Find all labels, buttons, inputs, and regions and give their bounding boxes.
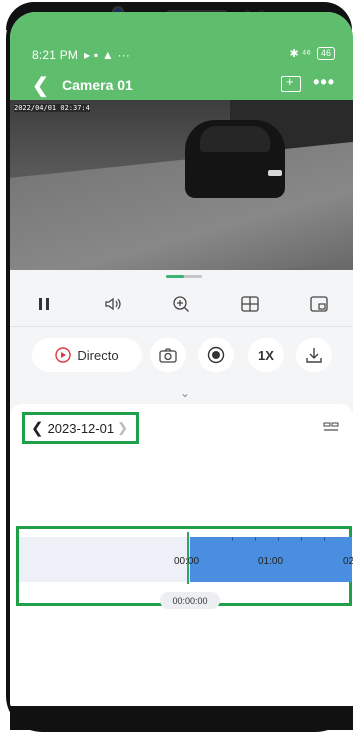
video-car-window <box>200 126 270 152</box>
video-feed[interactable]: 2022/04/01 02:37:4 <box>10 100 353 270</box>
action-row: Directo 1X <box>10 336 353 376</box>
divider <box>10 326 353 327</box>
camera-icon <box>159 348 177 363</box>
title-bar: ❮ Camera 01 ••• <box>10 72 353 100</box>
status-notification-icons: ▸ ▪ ▲ ··· <box>84 48 131 62</box>
speed-label: 1X <box>258 347 274 363</box>
audio-button[interactable] <box>79 282 148 326</box>
timeline-tick <box>301 537 302 541</box>
speaker-icon <box>105 297 121 311</box>
zoom-button[interactable] <box>147 282 216 326</box>
playback-controls <box>10 282 353 326</box>
grid-icon <box>241 296 259 312</box>
pause-button[interactable] <box>10 282 79 326</box>
screen-add-icon[interactable] <box>281 74 301 92</box>
speed-button[interactable]: 1X <box>248 338 284 372</box>
record-button[interactable] <box>198 338 234 372</box>
pause-icon <box>39 298 50 310</box>
chevron-down-icon[interactable]: ⌄ <box>180 386 190 400</box>
timeline-hour-label: 00:00 <box>174 556 200 567</box>
record-icon <box>207 346 225 364</box>
timeline-tick <box>255 537 256 541</box>
video-driveway <box>10 140 353 270</box>
zoom-in-icon <box>173 296 190 312</box>
next-day-icon[interactable]: ❯ <box>117 420 128 436</box>
split-view-button[interactable] <box>216 282 285 326</box>
phone-bottom-bezel <box>10 706 353 730</box>
timeline-tick <box>278 537 279 541</box>
status-time: 8:21 PM <box>32 48 79 62</box>
back-arrow-icon[interactable]: ❮ <box>32 76 49 96</box>
picture-in-picture-icon <box>310 296 328 312</box>
app-header: 8:21 PM ▸ ▪ ▲ ··· ✱ ⁴⁶ 46 ❮ Camera 01 ••… <box>10 12 353 100</box>
battery-icon: 46 <box>316 47 335 60</box>
download-icon <box>306 348 322 363</box>
date-selector[interactable]: ❮ 2023-12-01 ❯ <box>22 412 139 444</box>
video-timestamp: 2022/04/01 02:37:4 <box>14 104 90 112</box>
live-label: Directo <box>77 347 119 363</box>
layout-toggle-icon[interactable] <box>323 422 339 432</box>
date-label: 2023-12-01 <box>47 420 115 436</box>
page-title: Camera 01 <box>62 77 133 93</box>
timeline-hour-label: 02 <box>343 556 353 567</box>
more-options-icon[interactable]: ••• <box>313 72 335 93</box>
timeline-hour-label: 01:00 <box>258 556 284 567</box>
signal-icon: ✱ ⁴⁶ <box>289 48 311 60</box>
timeline-tick <box>324 537 325 541</box>
current-time-badge: 00:00:00 <box>160 592 220 609</box>
play-circle-icon <box>55 347 72 363</box>
timeline-tick <box>232 537 233 541</box>
live-button[interactable]: Directo <box>32 338 142 372</box>
pip-button[interactable] <box>284 282 353 326</box>
download-button[interactable] <box>296 338 332 372</box>
status-bar-right: ✱ ⁴⁶ 46 <box>289 47 335 60</box>
video-license-plate <box>268 170 282 176</box>
previous-day-icon[interactable]: ❮ <box>31 419 44 437</box>
snapshot-button[interactable] <box>150 338 186 372</box>
app-screen: 8:21 PM ▸ ▪ ▲ ··· ✱ ⁴⁶ 46 ❮ Camera 01 ••… <box>10 12 353 712</box>
status-bar-left: 8:21 PM ▸ ▪ ▲ ··· <box>32 48 130 62</box>
drag-handle-indicator <box>166 275 184 278</box>
